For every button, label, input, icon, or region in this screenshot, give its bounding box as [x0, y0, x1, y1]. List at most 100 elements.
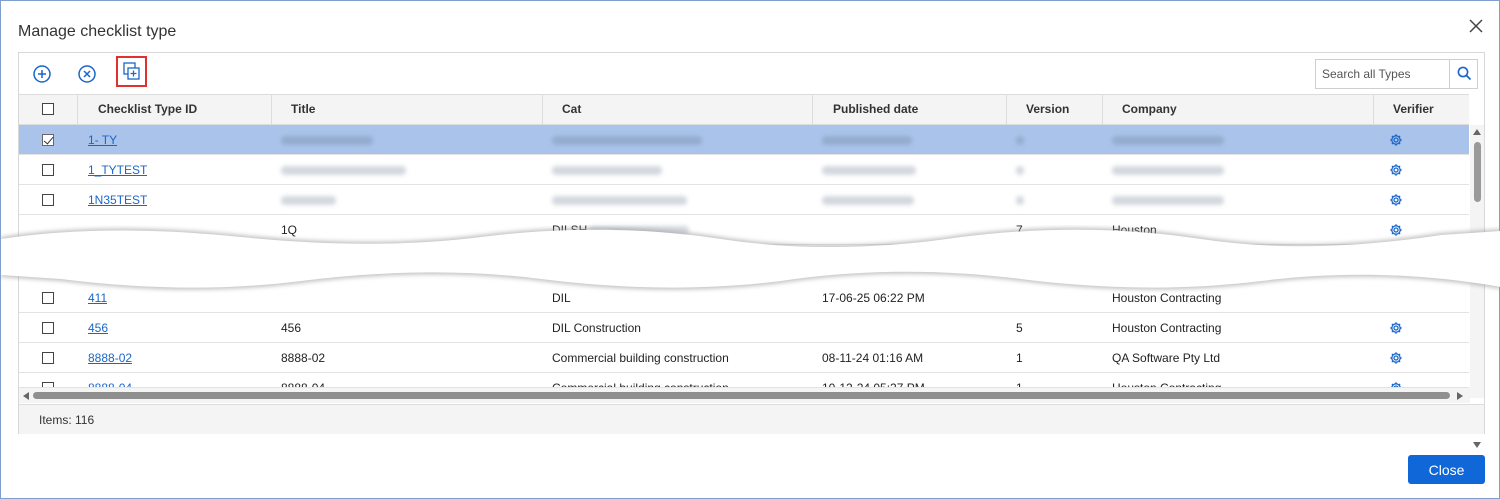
- redacted-published-date: [822, 136, 912, 145]
- add-circle-icon[interactable]: [29, 61, 55, 87]
- manage-checklist-type-dialog: Manage checklist type Search all Types C…: [0, 0, 1500, 499]
- cat-cell: DIL: [552, 291, 571, 305]
- gear-icon[interactable]: [1389, 133, 1403, 147]
- company-cell: Houston Contracting: [1112, 291, 1222, 305]
- checklist-type-id-cell: 1- TY: [88, 125, 117, 155]
- checklist-type-id-cell: 456: [88, 313, 108, 343]
- table-row[interactable]: 456 456 DIL Construction 5 Houston Contr…: [19, 313, 1469, 343]
- cat-cell: DILSH: [552, 223, 588, 237]
- close-button[interactable]: Close: [1408, 455, 1485, 484]
- version-cell: 1: [1016, 351, 1023, 365]
- version-cell: 1: [1016, 381, 1023, 388]
- column-header-label: Company: [1122, 102, 1177, 116]
- checklist-type-id-link[interactable]: 8888-04: [88, 381, 132, 387]
- select-all-checkbox[interactable]: [42, 103, 54, 115]
- column-header-company[interactable]: Company: [1102, 95, 1373, 124]
- redacted-title: [281, 166, 406, 175]
- column-header-verifier[interactable]: Verifier: [1373, 95, 1469, 124]
- checklist-type-id-cell: 8888-02: [88, 343, 132, 373]
- row-checkbox[interactable]: [42, 194, 54, 206]
- row-checkbox[interactable]: [42, 352, 54, 364]
- title-cell: 8888-02: [281, 351, 326, 365]
- column-header-label: Cat: [562, 102, 582, 116]
- gear-icon[interactable]: [1389, 321, 1403, 335]
- horizontal-scrollbar[interactable]: [19, 388, 1470, 403]
- column-header-published-date[interactable]: Published date: [812, 95, 1006, 124]
- column-header-id[interactable]: Checklist Type ID: [77, 95, 271, 124]
- company-cell: Houston Contracting: [1112, 321, 1222, 335]
- company-cell: Houston Contracting: [1112, 381, 1222, 388]
- table-row[interactable]: 8888-02 8888-02 Commercial building cons…: [19, 343, 1469, 373]
- title-cell: 1Q: [281, 223, 298, 237]
- scroll-left-icon[interactable]: [23, 392, 29, 400]
- published-date-cell: 08-11-24 01:16 AM: [822, 351, 924, 365]
- column-header-label: Version: [1026, 102, 1070, 116]
- table-row[interactable]: 1Q DILSH 7 Houston: [19, 215, 1469, 245]
- column-header-cat[interactable]: Cat: [542, 95, 812, 124]
- checklist-type-id-link[interactable]: 8888-02: [88, 351, 132, 365]
- row-checkbox[interactable]: [42, 322, 54, 334]
- table-row[interactable]: 1_TYTEST: [19, 155, 1469, 185]
- table-row[interactable]: 8888-04 8888-04 Commercial building cons…: [19, 373, 1469, 388]
- redacted-company: [1112, 136, 1224, 145]
- vertical-scrollbar[interactable]: [1470, 125, 1484, 448]
- checklist-type-id-cell: 411: [88, 283, 107, 313]
- company-cell: QA Software Pty Ltd: [1112, 351, 1221, 365]
- checklist-type-id-link[interactable]: 1_TYTEST: [88, 163, 147, 177]
- table-header: Checklist Type ID Title Cat Published da…: [19, 94, 1469, 125]
- gear-icon[interactable]: [1389, 381, 1403, 387]
- redacted-version: [1016, 196, 1024, 205]
- published-date-cell: 10-12-24 05:27 PM: [822, 381, 925, 388]
- redacted-published-date: [822, 196, 914, 205]
- remove-circle-icon[interactable]: [74, 61, 100, 87]
- redacted-company: [1112, 166, 1224, 175]
- items-count: Items: 116: [39, 413, 95, 427]
- checklist-type-id-link[interactable]: 1N35TEST: [88, 193, 147, 207]
- scroll-right-icon[interactable]: [1457, 392, 1463, 400]
- scroll-up-icon[interactable]: [1473, 129, 1481, 135]
- table-row[interactable]: 411 DIL 17-06-25 06:22 PM Houston Contra…: [19, 283, 1469, 313]
- redacted-company: [1112, 196, 1224, 205]
- column-header-label: Published date: [833, 102, 919, 116]
- row-checkbox[interactable]: [42, 292, 54, 304]
- row-checkbox[interactable]: [42, 164, 54, 176]
- gear-icon[interactable]: [1389, 223, 1403, 237]
- cat-cell: Commercial building construction: [552, 351, 729, 365]
- gear-icon[interactable]: [1389, 193, 1403, 207]
- published-date-cell: 17-06-25 06:22 PM: [822, 291, 925, 305]
- column-header-label: Verifier: [1393, 102, 1434, 116]
- checklist-type-id-link[interactable]: 1- TY: [88, 133, 117, 147]
- grid-toolbar: [19, 53, 1484, 94]
- close-icon[interactable]: [1467, 17, 1485, 35]
- checklist-type-id-link[interactable]: 411: [88, 291, 107, 305]
- search-box: [1315, 59, 1478, 89]
- gear-icon[interactable]: [1389, 163, 1403, 177]
- row-checkbox[interactable]: [42, 134, 54, 146]
- vertical-scroll-thumb[interactable]: [1474, 142, 1481, 202]
- checklist-type-id-cell: 1_TYTEST: [88, 155, 147, 185]
- redacted-published-date: [822, 166, 916, 175]
- gear-icon[interactable]: [1389, 351, 1403, 365]
- redacted-title: [281, 136, 373, 145]
- search-input[interactable]: [1316, 60, 1449, 88]
- version-cell: 5: [1016, 321, 1023, 335]
- redacted-version: [1016, 166, 1024, 175]
- scroll-down-icon[interactable]: [1473, 442, 1481, 448]
- checklist-type-id-link[interactable]: 456: [88, 321, 108, 335]
- search-icon[interactable]: [1449, 60, 1478, 88]
- column-header-label: Checklist Type ID: [98, 102, 198, 116]
- table-row[interactable]: 1N35TEST: [19, 185, 1469, 215]
- table-row[interactable]: 1- TY: [19, 125, 1469, 155]
- checklist-type-grid-panel: Checklist Type ID Title Cat Published da…: [18, 52, 1485, 448]
- checklist-type-id-cell: 8888-04: [88, 373, 132, 387]
- redacted-cat: [552, 136, 702, 145]
- copy-add-icon[interactable]: [116, 56, 147, 87]
- column-header-version[interactable]: Version: [1006, 95, 1102, 124]
- select-all-cell: [19, 95, 77, 124]
- grid-footer: Items: 116: [19, 404, 1484, 434]
- cat-cell: DIL Construction: [552, 321, 641, 335]
- horizontal-scroll-thumb[interactable]: [33, 392, 1450, 399]
- column-header-label: Title: [291, 102, 316, 116]
- column-header-title[interactable]: Title: [271, 95, 542, 124]
- dialog-title: Manage checklist type: [18, 23, 177, 40]
